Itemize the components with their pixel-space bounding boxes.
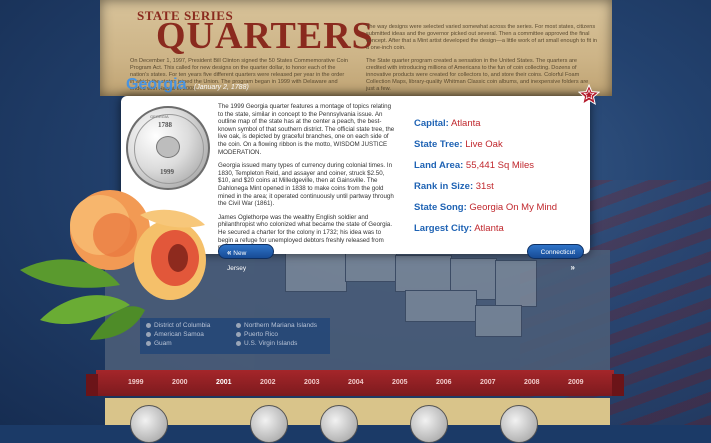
year-2001[interactable]: 2001 <box>216 379 232 386</box>
year-2000[interactable]: 2000 <box>172 379 188 386</box>
intro-paragraph-2: The way designs were selected varied som… <box>366 24 598 51</box>
fact-largest-city: Largest City: Atlanta <box>414 223 504 234</box>
year-2009[interactable]: 2009 <box>568 379 584 386</box>
year-2007[interactable]: 2007 <box>480 379 496 386</box>
next-state-label: Connecticut <box>540 249 575 256</box>
coin-thumbnail[interactable] <box>130 405 168 443</box>
year-2005[interactable]: 2005 <box>392 379 408 386</box>
description-paragraph: Georgia issued many types of currency du… <box>218 162 394 208</box>
state-name: Georgia <box>126 76 187 93</box>
year-2002[interactable]: 2002 <box>260 379 276 386</box>
map-state[interactable] <box>495 260 537 307</box>
peach-icon <box>156 136 180 158</box>
star-badge-icon <box>578 84 600 106</box>
state-description: The 1999 Georgia quarter features a mont… <box>218 103 396 258</box>
coin-bottom-year: 1999 <box>160 168 174 176</box>
year-2004[interactable]: 2004 <box>348 379 364 386</box>
fact-state-tree: State Tree: Live Oak <box>414 139 503 150</box>
coin-thumbnail[interactable] <box>250 405 288 443</box>
year-2006[interactable]: 2006 <box>436 379 452 386</box>
double-chevron-left-icon: « <box>227 248 232 257</box>
double-chevron-right-icon: » <box>570 263 575 272</box>
year-timeline: 1999 2000 2001 2002 2003 2004 2005 2006 … <box>86 370 624 396</box>
prev-state-button[interactable]: « New Jersey <box>218 244 274 272</box>
territory-item[interactable]: Puerto Rico <box>236 331 278 338</box>
page-title: QUARTERS <box>156 15 374 57</box>
fact-capital: Capital: Atlanta <box>414 118 481 129</box>
georgia-quarter-coin: GEORGIA 1788 1999 <box>126 106 210 190</box>
peaches-illustration <box>20 190 206 340</box>
year-2003[interactable]: 2003 <box>304 379 320 386</box>
bullet-icon <box>236 322 241 328</box>
description-paragraph: The 1999 Georgia quarter features a mont… <box>218 103 395 156</box>
map-state[interactable] <box>405 290 477 322</box>
bullet-icon <box>236 340 241 346</box>
map-state[interactable] <box>395 255 452 292</box>
map-state[interactable] <box>475 305 522 337</box>
coin-thumbnail[interactable] <box>500 405 538 443</box>
fact-land-area: Land Area: 55,441 Sq Miles <box>414 160 535 171</box>
coin-thumbnail[interactable] <box>320 405 358 443</box>
fact-rank-in-size: Rank in Size: 31st <box>414 181 494 192</box>
next-state-button[interactable]: Connecticut » <box>527 244 584 272</box>
intro-paragraph-3: The State quarter program created a sens… <box>366 58 589 92</box>
state-heading: Georgia (January 2, 1788) <box>126 76 249 94</box>
fact-state-song: State Song: Georgia On My Mind <box>414 202 558 213</box>
year-2008[interactable]: 2008 <box>524 379 540 386</box>
territory-item[interactable]: U.S. Virgin Islands <box>236 340 297 347</box>
year-1999[interactable]: 1999 <box>128 379 144 386</box>
statehood-date: (January 2, 1788) <box>193 84 249 91</box>
territory-item[interactable]: Northern Mariana Islands <box>236 322 317 329</box>
bullet-icon <box>236 331 241 337</box>
coin-state-word: GEORGIA <box>150 114 169 119</box>
coin-top-year: 1788 <box>158 121 172 129</box>
state-facts: Capital: Atlanta State Tree: Live Oak La… <box>414 118 557 244</box>
coin-thumbnail[interactable] <box>410 405 448 443</box>
